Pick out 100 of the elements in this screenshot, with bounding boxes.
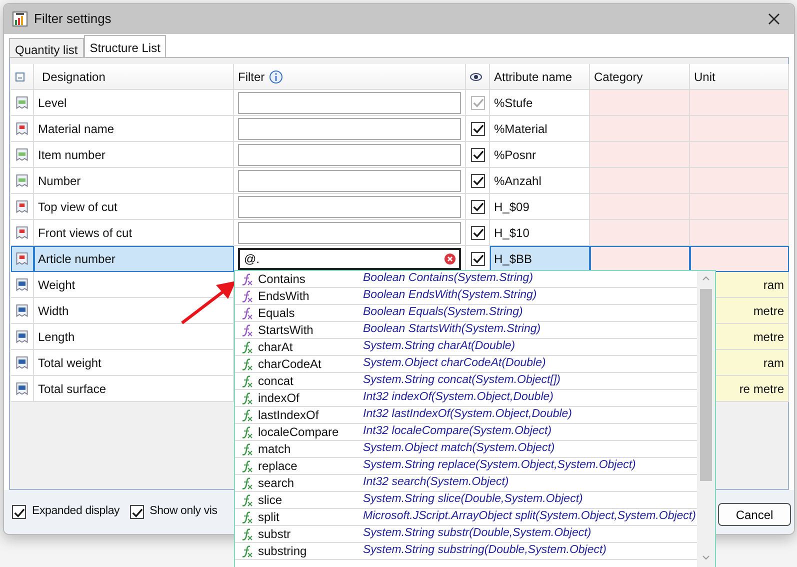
checkbox-label: Show only vis [150, 504, 218, 520]
filter-field[interactable]: @. [238, 248, 461, 270]
method-name: indexOf [258, 390, 300, 407]
decimal-icon [15, 354, 29, 370]
column-header[interactable]: Attribute name [490, 64, 590, 90]
table-cell-text: H_$09 [494, 198, 530, 216]
table-cell-text: %Stufe [494, 94, 533, 112]
method-name: EndsWith [258, 288, 310, 305]
table-cell: Length [34, 324, 234, 350]
info-icon[interactable] [268, 70, 283, 84]
method-name: search [258, 475, 294, 492]
autocomplete-item[interactable]: slice System.String slice(Double,System.Object) [235, 492, 697, 509]
table-cell: Number [34, 168, 234, 194]
table-cell: Weight [34, 272, 234, 298]
autocomplete-item[interactable]: split Microsoft.JScript.ArrayObject split(System.Object,System.Object) [235, 509, 697, 526]
scrollbar[interactable] [697, 271, 715, 567]
method-name: charCodeAt [258, 356, 322, 373]
filter-field[interactable] [238, 92, 461, 114]
autocomplete-item[interactable]: Contains Boolean Contains(System.String) [235, 271, 697, 288]
autocomplete-item[interactable]: substr System.String substr(Double,System.Object) [235, 526, 697, 543]
method-signature: System.Object charCodeAt(Double) [363, 356, 546, 372]
table-cell-text: %Posnr [494, 146, 536, 164]
tab[interactable]: Quantity list [9, 38, 84, 57]
checkbox[interactable] [470, 174, 484, 188]
table-cell: Material name [34, 116, 234, 142]
method-name: localeCompare [258, 424, 339, 441]
method-name: Equals [258, 305, 295, 322]
filter-field[interactable] [238, 118, 461, 140]
integer-icon [15, 146, 29, 162]
decimal-icon [15, 302, 29, 318]
checkbox[interactable] [130, 505, 144, 519]
checkbox[interactable] [470, 252, 484, 266]
table-cell-text: H_$10 [494, 224, 530, 242]
cancel-button[interactable]: Cancel [718, 503, 791, 526]
table-cell: Item number [34, 142, 234, 168]
autocomplete-item[interactable]: charCodeAt System.Object charCodeAt(Double) [235, 356, 697, 373]
decimal-icon [15, 380, 29, 396]
method-signature: System.String replace(System.Object,System.Object) [363, 458, 636, 474]
checkbox[interactable] [12, 505, 26, 519]
method-name: split [258, 509, 280, 526]
autocomplete-item[interactable]: match System.Object match(System.Object) [235, 441, 697, 458]
method-signature: Microsoft.JScript.ArrayObject split(System.Object,System.Object) [363, 509, 696, 524]
text-icon [15, 224, 29, 240]
decimal-icon [15, 328, 29, 344]
autocomplete-item[interactable]: substring System.String substring(Double,System.Object) [235, 543, 697, 560]
checkbox[interactable] [470, 148, 484, 162]
filter-field[interactable] [238, 222, 461, 244]
method-signature: System.String substr(Double,System.Object) [363, 526, 592, 542]
method-name: charAt [258, 339, 293, 356]
table-cell: Top view of cut [34, 194, 234, 220]
method-signature: Int32 localeCompare(System.Object) [363, 424, 552, 440]
filter-field[interactable] [238, 170, 461, 192]
autocomplete-item[interactable]: replace System.String replace(System.Object,System.Object) [235, 458, 697, 475]
filter-field[interactable] [238, 144, 461, 166]
method-signature: System.String slice(Double,System.Object) [363, 492, 583, 508]
table-cell: Article number [34, 246, 234, 272]
scroll-down-icon[interactable] [702, 555, 710, 560]
table-cell: Level [34, 90, 234, 116]
filter-field[interactable] [238, 196, 461, 218]
method-name: lastIndexOf [258, 407, 319, 424]
method-name: substr [258, 526, 291, 543]
decimal-icon [15, 276, 29, 292]
column-header[interactable]: Category [590, 64, 690, 90]
scrollbar-thumb[interactable] [700, 289, 712, 481]
autocomplete-item[interactable]: Equals Boolean Equals(System.String) [235, 305, 697, 322]
method-signature: System.String charAt(Double) [363, 339, 516, 354]
autocomplete-item[interactable]: lastIndexOf Int32 lastIndexOf(System.Object,Double) [235, 407, 697, 424]
table-cell-text: %Material [494, 120, 548, 138]
checkbox[interactable] [470, 200, 484, 214]
text-icon [15, 250, 29, 266]
column-header[interactable]: Unit [690, 64, 789, 90]
method-signature: Boolean StartsWith(System.String) [363, 322, 541, 338]
method-name: slice [258, 492, 282, 509]
autocomplete-item[interactable]: EndsWith Boolean EndsWith(System.String) [235, 288, 697, 305]
window-title: Filter settings [34, 10, 112, 28]
column-header[interactable]: Filter [238, 68, 265, 86]
method-signature: System.Object match(System.Object) [363, 441, 555, 456]
checkbox[interactable] [470, 226, 484, 240]
method-signature: Boolean EndsWith(System.String) [363, 288, 537, 304]
autocomplete-item[interactable]: indexOf Int32 indexOf(System.Object,Double) [235, 390, 697, 407]
method-signature: Int32 indexOf(System.Object,Double) [363, 390, 554, 406]
method-name: StartsWith [258, 322, 314, 339]
checkbox[interactable] [470, 122, 484, 136]
autocomplete-item[interactable]: StartsWith Boolean StartsWith(System.String) [235, 322, 697, 339]
method-name: match [258, 441, 291, 458]
scroll-up-icon[interactable] [702, 276, 710, 281]
close-icon[interactable] [768, 12, 780, 25]
autocomplete-item[interactable]: charAt System.String charAt(Double) [235, 339, 697, 356]
table-cell: Front views of cut [34, 220, 234, 246]
table-cell-text: H_$BB [494, 250, 532, 268]
autocomplete-item[interactable]: concat System.String concat(System.Object[]) [235, 373, 697, 390]
autocomplete-item[interactable]: search Int32 search(System.Object) [235, 475, 697, 492]
table-cell: Width [34, 298, 234, 324]
tab[interactable]: Structure List [84, 35, 166, 57]
eye-icon [470, 72, 482, 82]
integer-icon [15, 172, 29, 188]
autocomplete-item[interactable]: localeCompare Int32 localeCompare(System.Object) [235, 424, 697, 441]
method-signature: Boolean Contains(System.String) [363, 271, 534, 286]
column-header[interactable]: Designation [34, 64, 234, 90]
method-signature: System.String substring(Double,System.Object) [363, 543, 607, 558]
